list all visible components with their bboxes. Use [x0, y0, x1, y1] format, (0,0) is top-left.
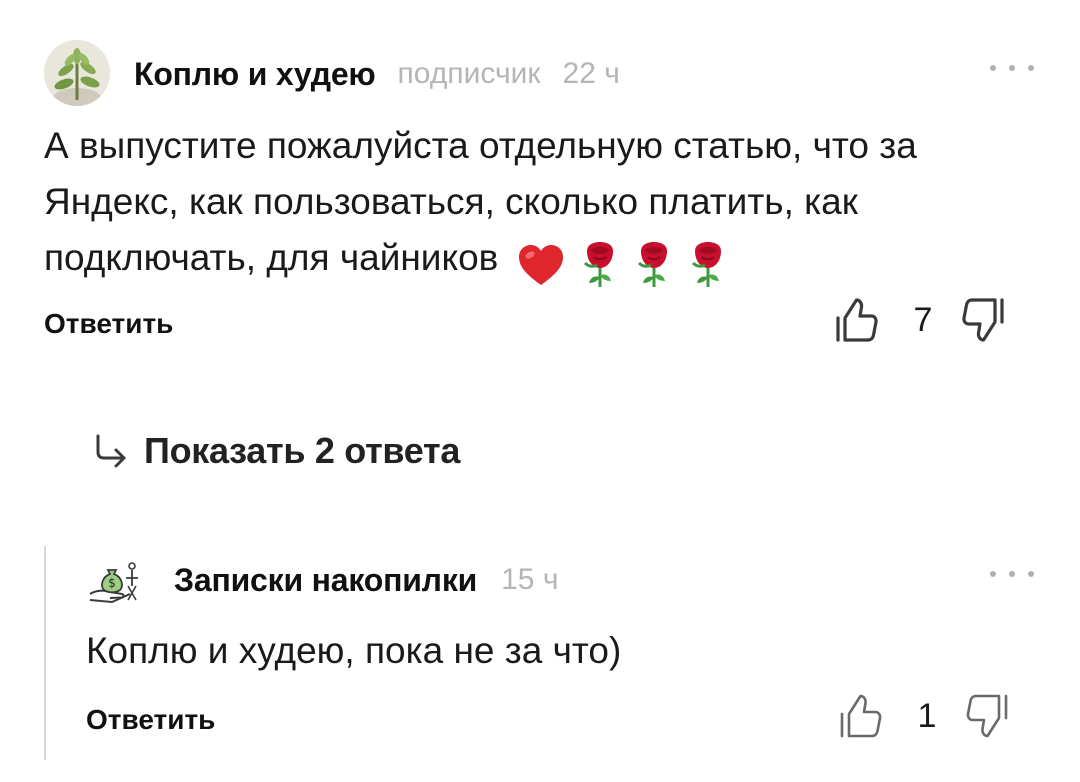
- thumbs-down-icon[interactable]: [964, 692, 1012, 740]
- reply-button[interactable]: Ответить: [86, 704, 215, 736]
- comment-author[interactable]: Коплю и худею: [134, 56, 376, 93]
- svg-text:$: $: [108, 576, 116, 590]
- rose-emoji-icon: [692, 242, 722, 288]
- more-options-button[interactable]: [990, 564, 1034, 584]
- comment-text: Коплю и худею, пока не за что): [86, 630, 622, 671]
- rose-emoji-icon: [583, 242, 613, 288]
- thumbs-up-icon[interactable]: [832, 296, 880, 344]
- more-dot-icon: [1009, 65, 1015, 71]
- more-dot-icon: [990, 65, 996, 71]
- comment-timestamp: 15 ч: [501, 563, 559, 596]
- author-role-badge: подписчик: [397, 57, 541, 90]
- comment-header: Коплю и худею подписчик 22 ч: [134, 52, 620, 96]
- avatar-zapiski-nakopilki[interactable]: $: [86, 556, 152, 606]
- more-dot-icon: [990, 571, 996, 577]
- comment-emojis: [517, 235, 734, 288]
- thumbs-down-icon[interactable]: [960, 296, 1008, 344]
- comment-body: А выпустите пожалуйста отдельную статью,…: [44, 118, 1054, 288]
- like-count: 7: [913, 300, 933, 339]
- money-bag-hand-icon: $: [89, 562, 138, 604]
- comment-author[interactable]: Записки накопилки: [174, 562, 477, 599]
- show-replies-button[interactable]: Показать 2 ответа: [92, 426, 460, 476]
- show-replies-label: Показать 2 ответа: [144, 430, 461, 471]
- reply-arrow-icon: [96, 434, 126, 468]
- comment-timestamp: 22 ч: [562, 57, 620, 90]
- more-dot-icon: [1028, 571, 1034, 577]
- reply-button[interactable]: Ответить: [44, 308, 173, 340]
- succulent-plant-icon: [44, 40, 110, 106]
- rose-emoji-icon: [638, 242, 668, 288]
- vote-controls: 7: [832, 296, 1008, 344]
- thumbs-up-icon[interactable]: [836, 692, 884, 740]
- like-count: 1: [917, 696, 937, 735]
- avatar-kopl-i-hudeyu[interactable]: [44, 40, 110, 106]
- heart-emoji-icon: [518, 245, 563, 286]
- more-dot-icon: [1009, 571, 1015, 577]
- comment-text: А выпустите пожалуйста отдельную статью,…: [44, 125, 917, 278]
- thread-line: [44, 546, 46, 760]
- more-options-button[interactable]: [990, 58, 1034, 78]
- comment-header: Записки накопилки 15 ч: [174, 558, 558, 602]
- vote-controls: 1: [836, 692, 1012, 740]
- more-dot-icon: [1028, 65, 1034, 71]
